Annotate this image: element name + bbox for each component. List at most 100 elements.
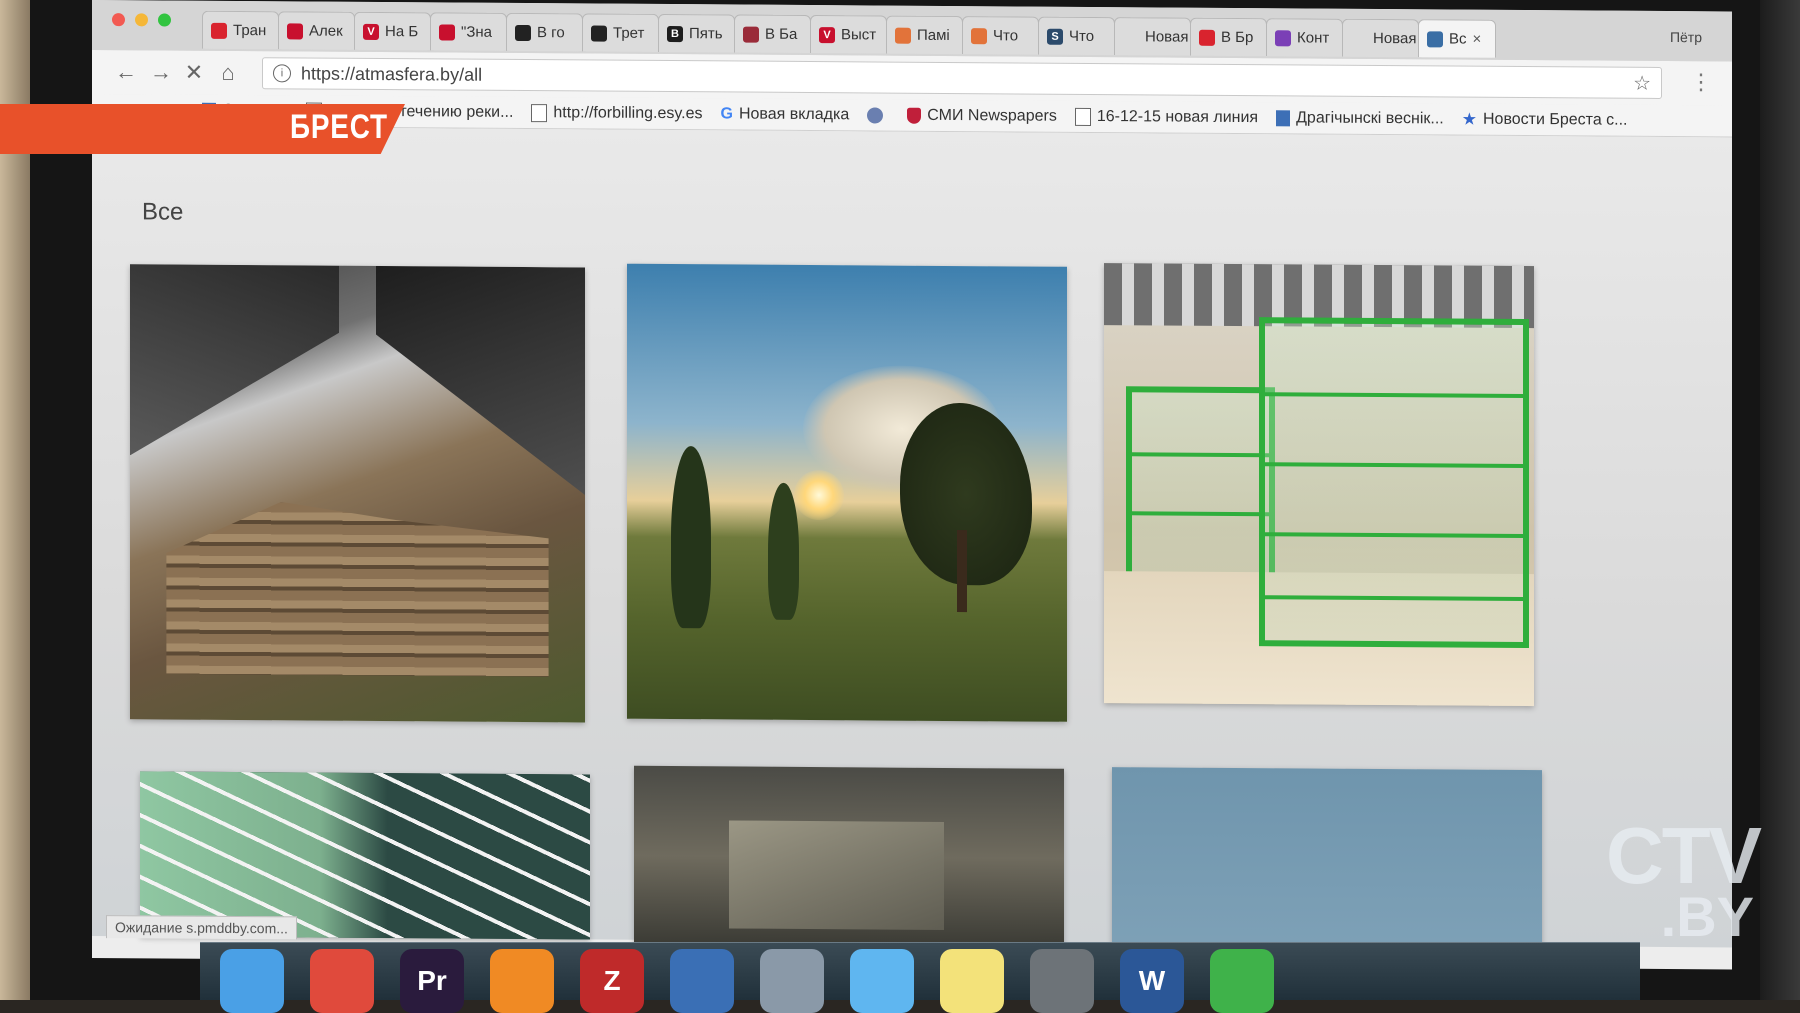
tab-favicon-icon	[971, 27, 987, 44]
tab-label: Что	[1069, 27, 1095, 45]
tab-favicon-icon	[287, 22, 303, 39]
shelf	[1264, 595, 1523, 602]
gallery-item-garden[interactable]	[627, 263, 1067, 722]
window-controls	[112, 13, 171, 27]
document-icon	[1074, 107, 1091, 126]
roof-shape	[130, 264, 339, 457]
browser-tab[interactable]: Новая в	[1342, 18, 1419, 58]
filezilla-app-icon[interactable]: Z	[580, 949, 644, 1013]
bookmark-item[interactable]: СМИ Newspapers	[907, 106, 1057, 125]
browser-tab[interactable]: Новая в	[1114, 17, 1191, 56]
back-button[interactable]: ←	[112, 58, 140, 86]
bookmark-label: Новости Бреста с...	[1482, 110, 1628, 129]
page-title: Все	[142, 198, 184, 226]
forward-button[interactable]: →	[147, 58, 175, 86]
launchpad-app-icon[interactable]	[760, 949, 824, 1013]
settings-app-icon[interactable]	[1030, 949, 1094, 1013]
sun-shape	[794, 469, 845, 521]
bookmark-item[interactable]: http://forbilling.esy.es	[531, 103, 703, 123]
tab-label: Конт	[1297, 29, 1330, 47]
browser-tab[interactable]: "Зна	[430, 12, 507, 51]
profile-button[interactable]: Пётр	[1670, 29, 1702, 45]
tab-label: "Зна	[461, 23, 493, 41]
word-app-icon[interactable]: W	[1120, 949, 1184, 1013]
bookmark-item[interactable]	[867, 106, 889, 124]
status-bar: Ожидание s.pmddby.com...	[106, 915, 297, 940]
browser-tab[interactable]: В го	[506, 12, 583, 52]
globe-icon	[867, 106, 884, 124]
gallery-item-wooden-structures[interactable]	[130, 264, 585, 723]
google-icon: G	[720, 104, 733, 122]
browser-tab[interactable]: Конт	[1266, 18, 1343, 57]
channel-logo: CTV .BY	[1606, 816, 1762, 945]
shelf	[1131, 451, 1270, 457]
tab-favicon-icon	[1123, 28, 1139, 45]
vlc-app-icon[interactable]	[490, 949, 554, 1013]
shield-icon	[907, 107, 922, 124]
close-window-button[interactable]	[112, 13, 125, 27]
browser-menu-button[interactable]: ⋮	[1690, 69, 1712, 95]
cypress-shape	[671, 446, 711, 629]
monitor-edge	[1760, 0, 1800, 1000]
browser-tab[interactable]: Трет	[582, 13, 659, 52]
tab-favicon-icon	[1199, 29, 1215, 46]
browser-tab[interactable]: S Что	[1038, 16, 1115, 56]
zoom-window-button[interactable]	[158, 13, 171, 27]
browser-tab[interactable]: Алек	[278, 11, 355, 50]
quicktime-app-icon[interactable]	[850, 949, 914, 1013]
tab-label: Новая в	[1145, 28, 1191, 46]
browser-tab[interactable]: V Выст	[810, 15, 887, 54]
tab-favicon-icon	[211, 22, 227, 39]
premiere-app-icon[interactable]: Pr	[400, 949, 464, 1013]
tab-label: Трет	[613, 24, 645, 42]
browser-tab[interactable]: В Ба	[734, 14, 811, 54]
chrome-app-icon[interactable]	[310, 949, 374, 1013]
tab-close-icon[interactable]: ×	[1473, 31, 1482, 48]
bookmark-star-icon[interactable]: ☆	[1633, 71, 1651, 96]
bookmark-item[interactable]: Драгічынскі веснік...	[1276, 109, 1444, 128]
tab-label: Памі	[917, 26, 950, 44]
browser-tab[interactable]: V На Б	[354, 11, 431, 51]
tab-label: Пять	[689, 25, 723, 43]
tab-label: В го	[537, 24, 565, 42]
browser-tab[interactable]: Памі	[886, 15, 963, 55]
dock: Pr Z W	[200, 942, 1640, 1013]
browser-tab[interactable]: Что	[962, 16, 1039, 55]
cypress-shape	[767, 483, 799, 620]
safari-app-icon[interactable]	[670, 949, 734, 1013]
tab-favicon-icon	[1351, 30, 1367, 47]
url-text: https://atmasfera.by/all	[301, 62, 483, 85]
display-case	[1125, 386, 1276, 598]
browser-tab[interactable]: В Бр	[1190, 17, 1267, 57]
facetime-app-icon[interactable]	[1210, 949, 1274, 1013]
blue-square-icon	[1276, 109, 1291, 126]
browser-tab[interactable]: Вс ×	[1418, 19, 1496, 58]
browser-tab[interactable]: B Пять	[658, 13, 735, 53]
bookmark-label: Драгічынскі веснік...	[1296, 108, 1444, 127]
shelf	[1264, 392, 1523, 399]
site-info-icon[interactable]: i	[273, 64, 291, 83]
bookmark-item[interactable]: G Новая вкладка	[721, 105, 850, 124]
tab-favicon-icon	[743, 26, 759, 43]
bookmark-item[interactable]: ★ Новости Бреста с...	[1462, 109, 1628, 130]
home-button[interactable]: ⌂	[214, 59, 242, 87]
display-case	[1258, 316, 1529, 648]
bookmark-item[interactable]: 16-12-15 новая линия	[1074, 107, 1258, 126]
browser-tab[interactable]: Тран	[202, 10, 279, 50]
shelf	[1264, 462, 1523, 469]
gallery-item-sky[interactable]	[1112, 767, 1542, 956]
bookmark-label: Новая вкладка	[738, 105, 850, 123]
tab-favicon-icon	[515, 24, 531, 41]
minimize-window-button[interactable]	[135, 13, 148, 27]
notes-app-icon[interactable]	[940, 949, 1004, 1013]
gallery-item-store-showroom[interactable]	[1104, 263, 1534, 707]
shelf	[1131, 511, 1270, 517]
tab-label: Новая в	[1373, 29, 1419, 48]
gallery-item-interior[interactable]	[634, 765, 1064, 949]
stop-button[interactable]: ✕	[180, 59, 208, 87]
tab-label: В Ба	[765, 25, 798, 43]
tab-label: В Бр	[1221, 28, 1254, 47]
address-bar[interactable]: i https://atmasfera.by/all ☆	[262, 57, 1662, 99]
finder-app-icon[interactable]	[220, 949, 284, 1013]
gallery-item-map[interactable]	[140, 771, 590, 940]
